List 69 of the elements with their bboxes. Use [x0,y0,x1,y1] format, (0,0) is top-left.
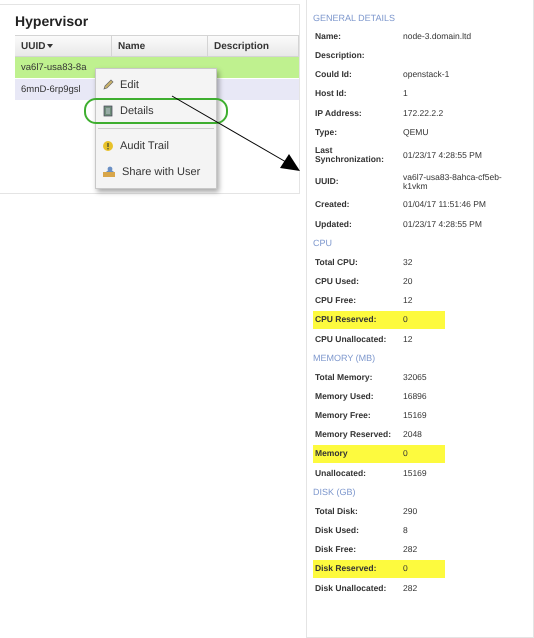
field-value: 16896 [402,390,428,403]
field-value: openstack-1 [402,68,450,82]
section-title: MEMORY (MB) [313,352,376,366]
menu-item[interactable]: Audit Trail [96,133,228,159]
field-label: Could Id: [314,68,353,82]
menu-item[interactable]: Details [84,98,228,124]
field-value: 0 [401,445,445,463]
field-value: node-3.domain.ltd [402,30,472,43]
field-value: 01/23/17 4:28:55 PM [402,148,483,162]
field-value: 290 [402,504,418,518]
panel-title: Hypervisor [15,13,90,29]
column-header[interactable]: Description [208,35,299,57]
field-label: Last Synchronization: [314,144,385,166]
field-label: CPU Unallocated: [314,332,388,346]
field-label: Disk Reserved: [313,560,401,578]
field-label: Type: [314,126,338,139]
field-label: Total Memory: [314,370,374,384]
field-label: Memory [313,445,401,463]
field-label: IP Address: [314,106,363,120]
field-value: 12 [402,332,414,346]
column-label: UUID [21,40,46,52]
menu-item[interactable]: Share with User [96,159,228,185]
field-label: Total CPU: [314,256,359,269]
field-value: 1 [402,87,409,100]
field-value: 8 [402,524,409,538]
field-label: Unallocated: [314,466,368,480]
field-label: Disk Unallocated: [314,582,388,595]
field-value: 0 [401,560,445,578]
field-value: QEMU [402,126,430,139]
field-label: CPU Reserved: [313,311,401,329]
section-title: GENERAL DETAILS [313,12,396,24]
field-label: Updated: [314,218,353,231]
column-label: Description [214,40,270,52]
field-value: 01/04/17 11:51:46 PM [402,198,488,212]
field-value: 32 [402,256,414,269]
field-label: Memory Reserved: [314,428,392,442]
column-label: Name [118,40,146,52]
document-icon [102,105,114,117]
field-value: 2048 [402,428,423,442]
field-value: 282 [402,582,418,595]
column-header[interactable]: Name [112,35,208,57]
field-value: va6l7-usa83-8ahca-cf5eb-k1vkm [402,170,503,194]
field-value: 15169 [402,466,428,480]
field-value: 12 [402,294,414,308]
section-title: DISK (GB) [313,486,357,500]
field-label: CPU Free: [314,294,358,308]
column-header[interactable]: UUID [15,35,112,57]
field-value: 0 [401,311,445,329]
alert-icon [102,140,114,152]
field-label: Created: [314,198,350,212]
field-label: Name: [314,30,342,43]
table-cell[interactable]: va6l7-usa83-8a [15,57,112,79]
field-value: 282 [402,543,418,556]
field-label: Host Id: [314,87,348,100]
field-label: CPU Used: [314,274,360,288]
user-share-icon [102,166,116,178]
field-value: 20 [402,274,414,288]
field-label: Disk Free: [314,543,358,556]
field-label: Description: [314,49,366,62]
field-value: 32065 [402,370,428,384]
field-label: UUID: [314,175,340,188]
section-title: CPU [313,237,334,250]
field-value: 15169 [402,409,428,422]
field-label: Memory Used: [314,390,375,403]
field-label: Disk Used: [314,524,360,538]
field-label: Total Disk: [314,504,359,518]
field-label: Memory Free: [314,409,372,422]
field-value: 172.22.2.2 [402,106,444,120]
field-value: 01/23/17 4:28:55 PM [402,218,483,231]
